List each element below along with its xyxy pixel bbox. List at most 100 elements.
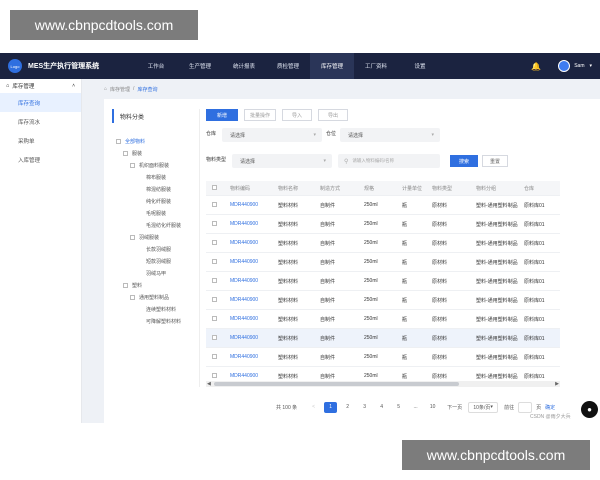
table-cell[interactable]: MDR440900 bbox=[224, 316, 272, 322]
tree-node[interactable]: 棉布服装 bbox=[112, 171, 199, 183]
table-cell[interactable]: MDR440900 bbox=[224, 202, 272, 208]
page-button[interactable]: ... bbox=[409, 402, 422, 413]
page-button[interactable]: 3 bbox=[358, 402, 371, 413]
breadcrumb-parent[interactable]: 库存管理 bbox=[110, 86, 130, 93]
tree-node[interactable]: 机织面料服装 bbox=[112, 159, 199, 171]
tree-node[interactable]: 长款羽绒服 bbox=[112, 243, 199, 255]
table-row[interactable]: MDR440900 塑料材料 自制件 250ml 瓶 原材料 塑料-通用塑料制品 原料库01 bbox=[206, 272, 560, 291]
next-page-button[interactable]: 下一页 bbox=[447, 404, 462, 411]
tree-checkbox[interactable] bbox=[130, 234, 135, 240]
bell-icon[interactable]: 🔔 bbox=[531, 62, 541, 71]
row-checkbox[interactable] bbox=[212, 296, 217, 302]
tree-node[interactable]: 毛混纺化纤服装 bbox=[112, 219, 199, 231]
page-button[interactable]: 2 bbox=[341, 402, 354, 413]
chevron-down-icon[interactable]: ▾ bbox=[589, 63, 592, 69]
prev-page-button[interactable]: < bbox=[307, 402, 320, 413]
tree-checkbox[interactable] bbox=[123, 282, 128, 288]
table-cell: 塑料-通用塑料制品 bbox=[476, 221, 518, 228]
tree-node[interactable]: 羽绒马甲 bbox=[112, 267, 199, 279]
tree-node[interactable]: 塑料 bbox=[112, 279, 199, 291]
table-cell[interactable]: MDR440900 bbox=[224, 354, 272, 360]
chat-icon[interactable]: ● bbox=[581, 401, 598, 418]
page-button[interactable]: 10 bbox=[426, 402, 439, 413]
user-name[interactable]: Sam bbox=[574, 63, 584, 69]
avatar[interactable] bbox=[558, 60, 571, 72]
search-input[interactable]: ⚲ 请输入物料编码/名称 bbox=[338, 154, 440, 168]
tree-node[interactable]: 服装 bbox=[112, 147, 199, 159]
row-checkbox[interactable] bbox=[212, 334, 217, 340]
location-select[interactable]: 请选择 ▾ bbox=[340, 128, 440, 142]
type-select[interactable]: 请选择 ▾ bbox=[232, 154, 332, 168]
table-cell[interactable]: MDR440900 bbox=[224, 259, 272, 265]
tree-checkbox[interactable] bbox=[116, 138, 121, 144]
page-button[interactable]: 1 bbox=[324, 401, 338, 413]
tree-checkbox[interactable] bbox=[130, 294, 135, 300]
table-cell[interactable]: MDR440900 bbox=[224, 278, 272, 284]
export-button[interactable]: 导出 bbox=[318, 109, 348, 121]
table-row[interactable]: MDR440900 塑料材料 自制件 250ml 瓶 原材料 塑料-通用塑料制品 原料库01 bbox=[206, 348, 560, 367]
nav-tab-0[interactable]: 工作台 bbox=[134, 53, 178, 79]
table-cell[interactable]: MDR440900 bbox=[224, 240, 272, 246]
tree-checkbox[interactable] bbox=[130, 162, 135, 168]
scroll-right-icon[interactable]: ▶ bbox=[555, 381, 559, 387]
sidebar-group[interactable]: ⌂ 库存管理 ˄ bbox=[0, 79, 81, 93]
nav-tab-5[interactable]: 工厂资料 bbox=[354, 53, 398, 79]
row-checkbox[interactable] bbox=[212, 184, 217, 190]
search-placeholder: 请输入物料编码/名称 bbox=[352, 158, 395, 163]
table-row[interactable]: MDR440900 塑料材料 自制件 250ml 瓶 原材料 塑料-通用塑料制品 原料库01 bbox=[206, 215, 560, 234]
page-button[interactable]: 4 bbox=[375, 402, 388, 413]
tree-checkbox[interactable] bbox=[123, 150, 128, 156]
table-cell[interactable]: MDR440900 bbox=[224, 221, 272, 227]
row-checkbox[interactable] bbox=[212, 239, 217, 245]
tree-node[interactable]: 纯化纤服装 bbox=[112, 195, 199, 207]
table-row[interactable]: MDR440900 塑料材料 自制件 250ml 瓶 原材料 塑料-通用塑料制品 原料库01 bbox=[206, 310, 560, 329]
table-horizontal-scrollbar[interactable]: ◀ ▶ bbox=[206, 381, 560, 387]
tree-node[interactable]: 通用塑料制品 bbox=[112, 291, 199, 303]
sidebar-item-1[interactable]: 库存流水 bbox=[0, 112, 81, 131]
page-button[interactable]: 5 bbox=[392, 402, 405, 413]
table-row[interactable]: MDR440900 塑料材料 自制件 250ml 瓶 原材料 塑料-通用塑料制品 原料库01 bbox=[206, 367, 560, 379]
sidebar-item-2[interactable]: 采购单 bbox=[0, 131, 81, 150]
scrollbar-thumb[interactable] bbox=[214, 382, 459, 386]
import-button[interactable]: 导入 bbox=[282, 109, 312, 121]
nav-tab-1[interactable]: 生产管理 bbox=[178, 53, 222, 79]
goto-confirm-button[interactable]: 确定 bbox=[545, 404, 555, 411]
goto-page-input[interactable] bbox=[518, 401, 533, 413]
table-row[interactable]: MDR440900 塑料材料 自制件 250ml 瓶 原材料 塑料-通用塑料制品 原料库01 bbox=[206, 291, 560, 310]
tree-node[interactable]: 羽绒服装 bbox=[112, 231, 199, 243]
nav-tab-2[interactable]: 统计报表 bbox=[222, 53, 266, 79]
row-checkbox[interactable] bbox=[212, 277, 217, 283]
sidebar-item-3[interactable]: 入库管理 bbox=[0, 150, 81, 169]
row-checkbox[interactable] bbox=[212, 258, 217, 264]
tree-node[interactable]: 可降解塑料材料 bbox=[112, 315, 199, 327]
row-checkbox[interactable] bbox=[212, 353, 217, 359]
warehouse-select[interactable]: 请选择 ▾ bbox=[222, 128, 322, 142]
add-button[interactable]: 新增 bbox=[206, 109, 238, 121]
nav-tab-3[interactable]: 质检管理 bbox=[266, 53, 310, 79]
sidebar-item-0[interactable]: 库存查询 bbox=[0, 93, 81, 112]
row-checkbox[interactable] bbox=[212, 372, 217, 378]
scroll-left-icon[interactable]: ◀ bbox=[207, 381, 211, 387]
table-row[interactable]: MDR440900 塑料材料 自制件 250ml 瓶 原材料 塑料-通用塑料制品 原料库01 bbox=[206, 196, 560, 215]
reset-button[interactable]: 重置 bbox=[482, 155, 508, 167]
pagination: 共 100 条 < 1 2 3 4 5... 10 下一页 10条/页 ▾ 前往 页 确定 bbox=[276, 401, 555, 413]
tree-node[interactable]: 短款羽绒服 bbox=[112, 255, 199, 267]
row-checkbox[interactable] bbox=[212, 201, 217, 207]
row-checkbox[interactable] bbox=[212, 220, 217, 226]
tree-node[interactable]: 全部物料 bbox=[112, 135, 199, 147]
row-checkbox[interactable] bbox=[212, 315, 217, 321]
nav-tab-4[interactable]: 库存管理 bbox=[310, 53, 354, 79]
search-button[interactable]: 搜索 bbox=[450, 155, 478, 167]
table-cell[interactable]: MDR440900 bbox=[224, 335, 272, 341]
page-size-select[interactable]: 10条/页 ▾ bbox=[468, 401, 499, 413]
table-row[interactable]: MDR440900 塑料材料 自制件 250ml 瓶 原材料 塑料-通用塑料制品 原料库01 bbox=[206, 253, 560, 272]
nav-tab-6[interactable]: 设置 bbox=[398, 53, 442, 79]
table-row[interactable]: MDR440900 塑料材料 自制件 250ml 瓶 原材料 塑料-通用塑料制品 原料库01 bbox=[206, 329, 560, 348]
table-cell[interactable]: MDR440900 bbox=[224, 373, 272, 379]
tree-node[interactable]: 连续塑料材料 bbox=[112, 303, 199, 315]
table-row[interactable]: MDR440900 塑料材料 自制件 250ml 瓶 原材料 塑料-通用塑料制品 原料库01 bbox=[206, 234, 560, 253]
table-cell[interactable]: MDR440900 bbox=[224, 297, 272, 303]
tree-node[interactable]: 毛呢服装 bbox=[112, 207, 199, 219]
tree-node[interactable]: 棉混纺服装 bbox=[112, 183, 199, 195]
batch-button[interactable]: 批量操作 bbox=[244, 109, 276, 121]
